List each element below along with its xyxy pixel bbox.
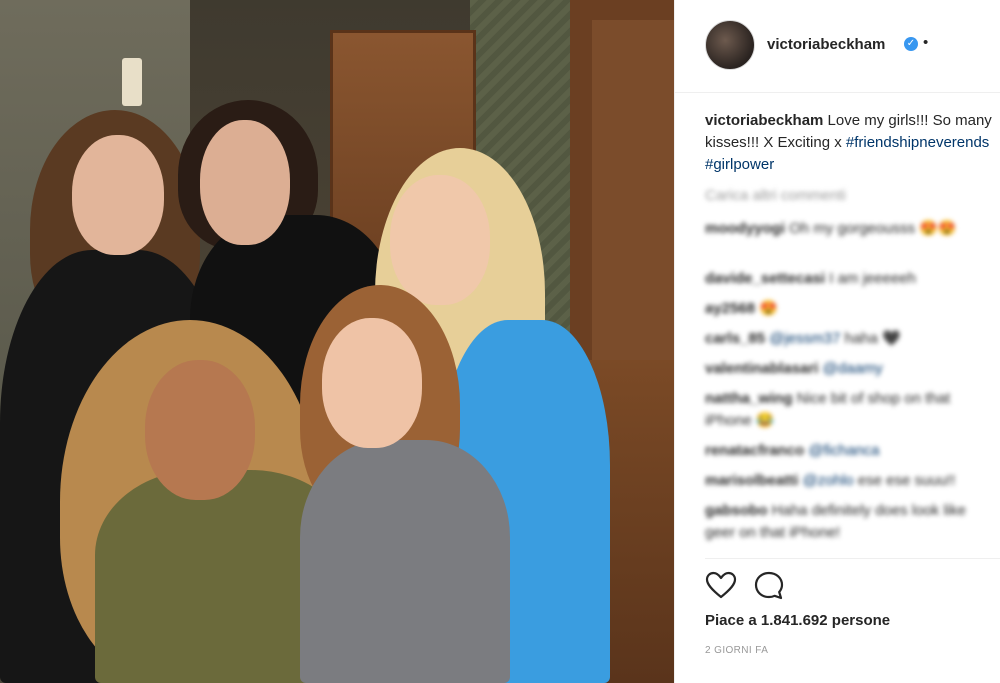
hashtag-link[interactable]: #friendshipneverends: [846, 134, 989, 151]
comment-username[interactable]: valentinablasari: [705, 360, 818, 377]
avatar[interactable]: [705, 20, 755, 70]
comment-item: nattha_wing Nice bit of shop on that iPh…: [705, 388, 1000, 432]
comment-text: Nice bit of shop on that: [792, 390, 951, 407]
load-more-comments[interactable]: Carica altri commenti: [705, 187, 846, 204]
comment-icon: [754, 571, 784, 600]
comment-item: carls_85 @jessm37 haha 🖤: [705, 328, 1000, 350]
comment-username[interactable]: davide_settecasi: [705, 270, 825, 287]
comment-mention[interactable]: @daamy: [818, 360, 883, 377]
header-username[interactable]: victoriabeckham: [767, 36, 885, 53]
comment-item: marisolbeatti @zohlo ese ese suuu!!: [705, 470, 1000, 492]
caption-text-line2: kisses!!! X Exciting x: [705, 134, 846, 151]
post-photo[interactable]: [0, 0, 674, 683]
verified-badge-icon: ✓: [904, 37, 918, 51]
comment-item: gabsobo Haha definitely does look like g…: [705, 500, 1000, 544]
comment-item: valentinablasari @daamy: [705, 358, 1000, 380]
comment-username[interactable]: gabsobo: [705, 502, 768, 519]
comment-mention[interactable]: @jessm37: [765, 330, 840, 347]
heart-icon: [705, 571, 737, 599]
comment-username[interactable]: nattha_wing: [705, 390, 793, 407]
comment-item: renatacfranco @fichanca: [705, 440, 1000, 462]
post-timestamp: 2 GIORNI FA: [705, 645, 769, 656]
comment-text: Oh my gorgeousss 😍😍: [785, 220, 957, 237]
comment-item: ay2568 😍: [705, 298, 1000, 320]
comment-username[interactable]: moodyyogi: [705, 220, 785, 237]
comment-text: Haha definitely does look like: [767, 502, 966, 519]
photo-door-right: [592, 20, 674, 360]
comment-text: 😍: [755, 300, 778, 317]
comment-text: haha 🖤: [840, 330, 901, 347]
post-caption: victoriabeckham Love my girls!!! So many…: [705, 110, 1000, 176]
caption-username[interactable]: victoriabeckham: [705, 112, 823, 129]
comment-button[interactable]: [753, 570, 785, 602]
comment-username[interactable]: marisolbeatti: [705, 472, 798, 489]
actions-divider: [705, 558, 1000, 559]
comment-text: I am jeeeeeh: [825, 270, 916, 287]
header-separator: •: [923, 34, 929, 51]
caption-text-line1: Love my girls!!! So many: [823, 112, 992, 129]
like-button[interactable]: [705, 570, 737, 602]
comment-mention[interactable]: @zohlo: [798, 472, 854, 489]
comment-item: davide_settecasi I am jeeeeeh: [705, 268, 1000, 290]
likes-count[interactable]: Piace a 1.841.692 persone: [705, 612, 890, 629]
comment-text: iPhone 😂: [705, 412, 775, 429]
comment-text: geer on that iPhone!: [705, 524, 841, 541]
hashtag-link[interactable]: #girlpower: [705, 156, 774, 173]
photo-lamp: [122, 58, 142, 106]
comment-mention[interactable]: @fichanca: [804, 442, 879, 459]
post-sidebar: victoriabeckham ✓ • victoriabeckham Love…: [674, 0, 1000, 683]
comment-text: ese ese suuu!!: [853, 472, 956, 489]
comment-username[interactable]: renatacfranco: [705, 442, 804, 459]
comment-username[interactable]: ay2568: [705, 300, 755, 317]
post-header: victoriabeckham ✓ •: [675, 0, 1000, 93]
comment-username[interactable]: carls_85: [705, 330, 765, 347]
comment-item: moodyyogi Oh my gorgeousss 😍😍: [705, 218, 1000, 240]
